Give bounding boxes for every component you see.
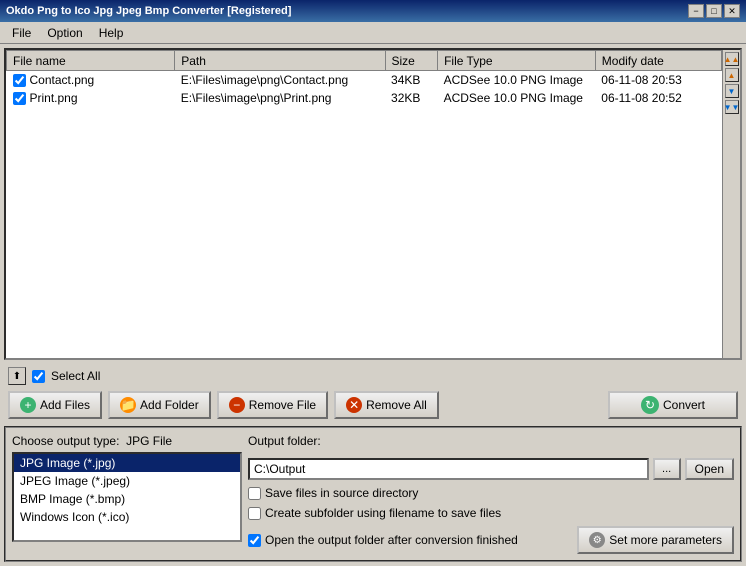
- create-subfolder-row: Create subfolder using filename to save …: [248, 506, 734, 520]
- row-checkbox[interactable]: [13, 92, 26, 105]
- save-in-source-label: Save files in source directory: [265, 486, 418, 500]
- col-filename: File name: [7, 51, 175, 71]
- add-files-icon: +: [20, 397, 36, 413]
- scroll-up-button[interactable]: ▲: [725, 68, 739, 82]
- set-more-params-button[interactable]: ⚙ Set more parameters: [577, 526, 734, 554]
- minimize-button[interactable]: −: [688, 4, 704, 18]
- menu-option[interactable]: Option: [39, 24, 90, 42]
- cell-filename: Contact.png: [7, 71, 175, 90]
- output-type-list: JPG Image (*.jpg)JPEG Image (*.jpeg)BMP …: [12, 452, 242, 542]
- add-files-label: Add Files: [40, 398, 90, 412]
- import-icon[interactable]: ⬆: [8, 367, 26, 385]
- add-folder-button[interactable]: 📁 Add Folder: [108, 391, 211, 419]
- open-after-conversion-label: Open the output folder after conversion …: [265, 533, 518, 547]
- select-all-label: Select All: [51, 369, 100, 383]
- table-row: Print.png E:\Files\image\png\Print.png 3…: [7, 89, 722, 107]
- toolbar-row: + Add Files 📁 Add Folder − Remove File ✕…: [4, 388, 742, 422]
- cell-filename: Print.png: [7, 89, 175, 107]
- cell-path: E:\Files\image\png\Contact.png: [175, 71, 385, 90]
- main-content: File name Path Size File Type Modify dat…: [0, 44, 746, 566]
- output-folder-label: Output folder:: [248, 434, 734, 448]
- select-all-row: ⬆ Select All: [4, 364, 742, 388]
- col-size: Size: [385, 51, 438, 71]
- title-bar: Okdo Png to Ico Jpg Jpeg Bmp Converter […: [0, 0, 746, 22]
- convert-label: Convert: [663, 398, 705, 412]
- save-in-source-row: Save files in source directory: [248, 486, 734, 500]
- convert-button[interactable]: ↻ Convert: [608, 391, 738, 419]
- add-folder-label: Add Folder: [140, 398, 199, 412]
- scroll-top-button[interactable]: ▲▲: [725, 52, 739, 66]
- scroll-panel: ▲▲ ▲ ▼ ▼▼: [722, 50, 740, 358]
- convert-icon: ↻: [641, 396, 659, 414]
- remove-file-button[interactable]: − Remove File: [217, 391, 328, 419]
- file-table: File name Path Size File Type Modify dat…: [6, 50, 722, 358]
- save-in-source-checkbox[interactable]: [248, 487, 261, 500]
- output-type-item[interactable]: Windows Icon (*.ico): [14, 508, 240, 526]
- output-folder-input[interactable]: [248, 458, 649, 480]
- cell-type: ACDSee 10.0 PNG Image: [438, 71, 596, 90]
- bottom-panel: Choose output type: JPG File JPG Image (…: [4, 426, 742, 562]
- menu-file[interactable]: File: [4, 24, 39, 42]
- cell-modified: 06-11-08 20:53: [595, 71, 721, 90]
- table-row: Contact.png E:\Files\image\png\Contact.p…: [7, 71, 722, 90]
- create-subfolder-label: Create subfolder using filename to save …: [265, 506, 501, 520]
- cell-size: 32KB: [385, 89, 438, 107]
- output-folder-panel: Output folder: ... Open Save files in so…: [248, 434, 734, 554]
- remove-all-label: Remove All: [366, 398, 427, 412]
- col-filetype: File Type: [438, 51, 596, 71]
- col-modifydate: Modify date: [595, 51, 721, 71]
- output-type-panel: Choose output type: JPG File JPG Image (…: [12, 434, 242, 554]
- params-btn-label: Set more parameters: [609, 533, 722, 547]
- output-folder-row: ... Open: [248, 458, 734, 480]
- window-controls: − □ ✕: [688, 4, 740, 18]
- cell-path: E:\Files\image\png\Print.png: [175, 89, 385, 107]
- menu-bar: File Option Help: [0, 22, 746, 44]
- open-after-conversion-checkbox[interactable]: [248, 534, 261, 547]
- browse-button[interactable]: ...: [653, 458, 681, 480]
- select-all-checkbox[interactable]: [32, 370, 45, 383]
- row-checkbox[interactable]: [13, 74, 26, 87]
- output-type-item[interactable]: JPEG Image (*.jpeg): [14, 472, 240, 490]
- remove-file-label: Remove File: [249, 398, 316, 412]
- open-folder-button[interactable]: Open: [685, 458, 734, 480]
- gear-icon: ⚙: [589, 532, 605, 548]
- col-path: Path: [175, 51, 385, 71]
- scroll-bottom-button[interactable]: ▼▼: [725, 100, 739, 114]
- maximize-button[interactable]: □: [706, 4, 722, 18]
- menu-help[interactable]: Help: [91, 24, 132, 42]
- close-button[interactable]: ✕: [724, 4, 740, 18]
- create-subfolder-checkbox[interactable]: [248, 507, 261, 520]
- app-title: Okdo Png to Ico Jpg Jpeg Bmp Converter […: [6, 5, 291, 17]
- output-type-label: Choose output type: JPG File: [12, 434, 242, 448]
- add-files-button[interactable]: + Add Files: [8, 391, 102, 419]
- cell-type: ACDSee 10.0 PNG Image: [438, 89, 596, 107]
- output-type-item[interactable]: BMP Image (*.bmp): [14, 490, 240, 508]
- remove-all-button[interactable]: ✕ Remove All: [334, 391, 439, 419]
- remove-file-icon: −: [229, 397, 245, 413]
- scroll-down-button[interactable]: ▼: [725, 84, 739, 98]
- open-after-conversion-row: Open the output folder after conversion …: [248, 533, 518, 547]
- cell-size: 34KB: [385, 71, 438, 90]
- remove-all-icon: ✕: [346, 397, 362, 413]
- add-folder-icon: 📁: [120, 397, 136, 413]
- output-type-item[interactable]: JPG Image (*.jpg): [14, 454, 240, 472]
- file-list-container: File name Path Size File Type Modify dat…: [4, 48, 742, 360]
- cell-modified: 06-11-08 20:52: [595, 89, 721, 107]
